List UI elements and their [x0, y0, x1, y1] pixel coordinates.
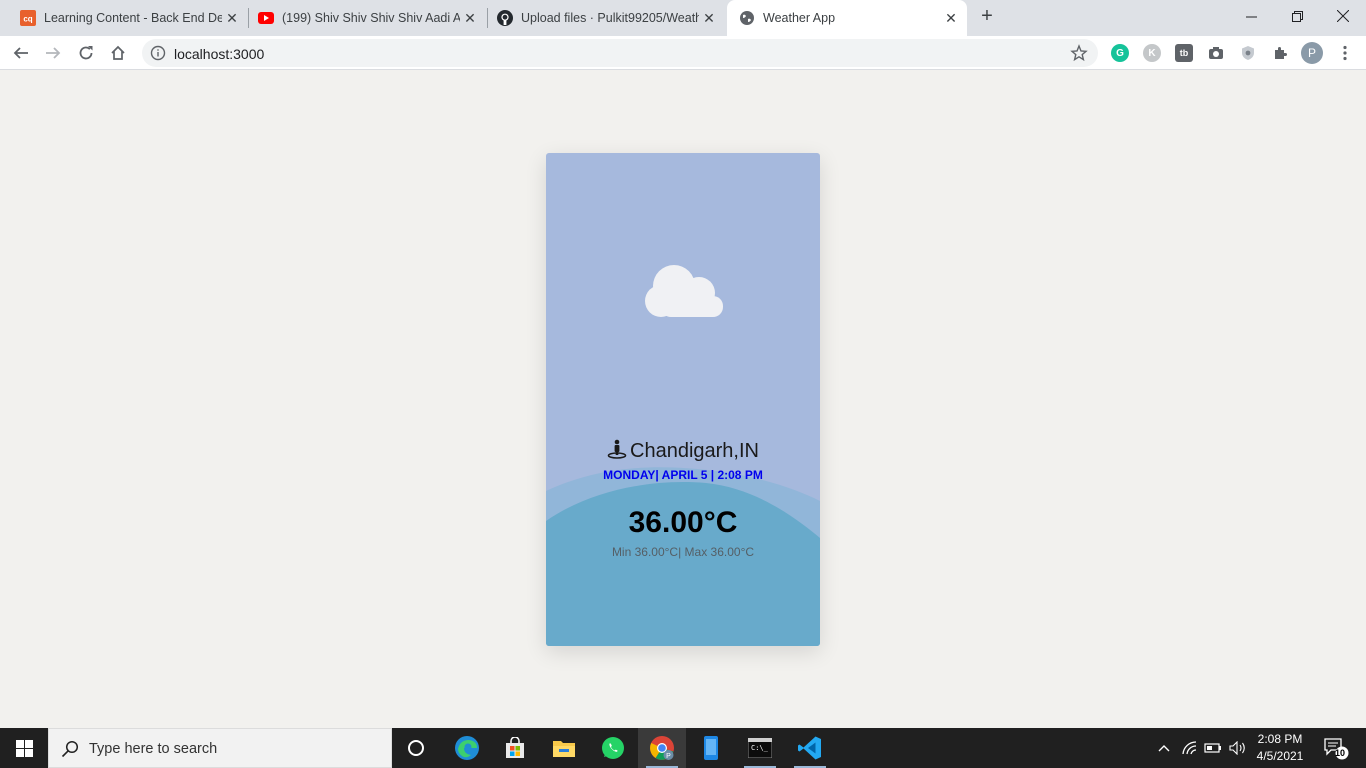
youtube-icon — [258, 10, 274, 26]
store-icon — [506, 737, 524, 758]
new-tab-button[interactable]: + — [976, 6, 998, 28]
forward-button[interactable] — [41, 41, 65, 65]
restore-button[interactable] — [1274, 0, 1320, 32]
minimize-button[interactable] — [1228, 0, 1274, 32]
globe-icon — [739, 10, 755, 26]
file-explorer-app[interactable] — [540, 728, 588, 768]
home-button[interactable] — [106, 41, 130, 65]
tab-label: Weather App — [763, 11, 836, 25]
svg-text:cq: cq — [23, 15, 32, 24]
edge-app[interactable] — [443, 728, 491, 768]
close-tab-icon[interactable]: ✕ — [224, 10, 240, 26]
city-name: Chandigarh,IN — [630, 440, 759, 462]
vscode-app[interactable] — [786, 728, 834, 768]
back-button[interactable] — [9, 41, 33, 65]
system-clock[interactable]: 2:08 PM 4/5/2021 — [1252, 731, 1308, 765]
cq-logo-icon: cq — [20, 10, 36, 26]
tb-extension-icon[interactable]: tb — [1175, 44, 1193, 62]
tab-label: Upload files · Pulkit99205/Weath — [521, 11, 699, 25]
tab-label: Learning Content - Back End Dev — [44, 11, 222, 25]
tab-label: (199) Shiv Shiv Shiv Shiv Aadi An — [282, 11, 460, 25]
whatsapp-app[interactable] — [589, 728, 637, 768]
svg-text:C:\_: C:\_ — [751, 744, 769, 752]
shield-extension-icon[interactable] — [1239, 44, 1257, 62]
bookmark-star-icon[interactable] — [1070, 44, 1088, 62]
tab-youtube[interactable]: (199) Shiv Shiv Shiv Shiv Aadi An ✕ — [250, 4, 486, 32]
folder-icon — [553, 741, 575, 757]
location-row: Chandigarh,IN — [546, 439, 820, 463]
chrome-icon: P — [650, 736, 674, 760]
tab-github[interactable]: Upload files · Pulkit99205/Weath ✕ — [489, 4, 725, 32]
search-icon — [61, 740, 79, 758]
svg-text:P: P — [666, 753, 671, 760]
close-tab-icon[interactable]: ✕ — [701, 10, 717, 26]
windows-taskbar: Type here to search P C:\_ 2:08 PM 4/5/2… — [0, 728, 1366, 768]
edge-icon — [455, 736, 479, 760]
wifi-icon — [1182, 741, 1197, 755]
battery-button[interactable] — [1203, 728, 1223, 768]
weather-card: Chandigarh,IN MONDAY| APRIL 5 | 2:08 PM … — [546, 153, 820, 646]
chrome-menu-icon[interactable] — [1333, 41, 1357, 65]
whatsapp-icon — [602, 737, 624, 759]
taskbar-search-box[interactable]: Type here to search — [48, 728, 392, 768]
min-max-temperature: Min 36.00°C| Max 36.00°C — [611, 545, 755, 559]
extensions-puzzle-icon[interactable] — [1271, 44, 1289, 62]
address-bar[interactable]: localhost:3000 — [142, 39, 1098, 67]
speaker-icon — [1229, 741, 1245, 755]
grammarly-icon[interactable]: G — [1111, 44, 1129, 62]
action-center-button[interactable]: 10 — [1320, 728, 1352, 768]
volume-button[interactable] — [1227, 728, 1249, 768]
tab-strip: cq Learning Content - Back End Dev ✕ (19… — [0, 0, 1366, 36]
tab-divider — [487, 8, 488, 28]
k-extension-icon[interactable]: K — [1143, 44, 1161, 62]
browser-toolbar: localhost:3000 G K tb P — [0, 36, 1366, 70]
phone-icon — [704, 736, 718, 760]
show-hidden-icons-button[interactable] — [1154, 728, 1174, 768]
site-info-icon[interactable] — [150, 45, 166, 61]
github-icon — [497, 10, 513, 26]
url-text: localhost:3000 — [174, 46, 265, 62]
phone-app[interactable] — [687, 728, 735, 768]
battery-icon — [1204, 743, 1221, 753]
notification-count: 10 — [1334, 748, 1345, 758]
street-view-icon — [607, 439, 627, 459]
cortana-button[interactable] — [392, 728, 440, 768]
clock-date: 4/5/2021 — [1256, 749, 1304, 763]
cloud-icon — [641, 258, 725, 318]
start-button[interactable] — [0, 728, 48, 768]
temperature-value: 36.00°C — [628, 506, 738, 539]
tab-weather-app[interactable]: Weather App ✕ — [727, 0, 967, 36]
cortana-icon — [408, 740, 424, 756]
close-tab-icon[interactable]: ✕ — [943, 10, 959, 26]
reload-button[interactable] — [74, 41, 98, 65]
profile-avatar[interactable]: P — [1301, 42, 1323, 64]
chrome-app[interactable]: P — [638, 728, 686, 768]
windows-logo-icon — [15, 739, 33, 757]
close-window-button[interactable] — [1320, 0, 1366, 32]
terminal-app[interactable]: C:\_ — [736, 728, 784, 768]
tab-learning-content[interactable]: cq Learning Content - Back End Dev ✕ — [12, 4, 248, 32]
close-tab-icon[interactable]: ✕ — [462, 10, 478, 26]
terminal-icon: C:\_ — [748, 738, 772, 758]
network-button[interactable] — [1180, 728, 1200, 768]
wave-background — [546, 467, 820, 646]
camera-extension-icon[interactable] — [1207, 44, 1225, 62]
vscode-icon — [798, 736, 821, 760]
date-time-text: MONDAY| APRIL 5 | 2:08 PM — [603, 468, 763, 482]
chevron-up-icon — [1158, 745, 1170, 752]
tab-divider — [248, 8, 249, 28]
clock-time: 2:08 PM — [1257, 732, 1303, 746]
search-placeholder: Type here to search — [89, 741, 218, 757]
store-app[interactable] — [491, 728, 539, 768]
